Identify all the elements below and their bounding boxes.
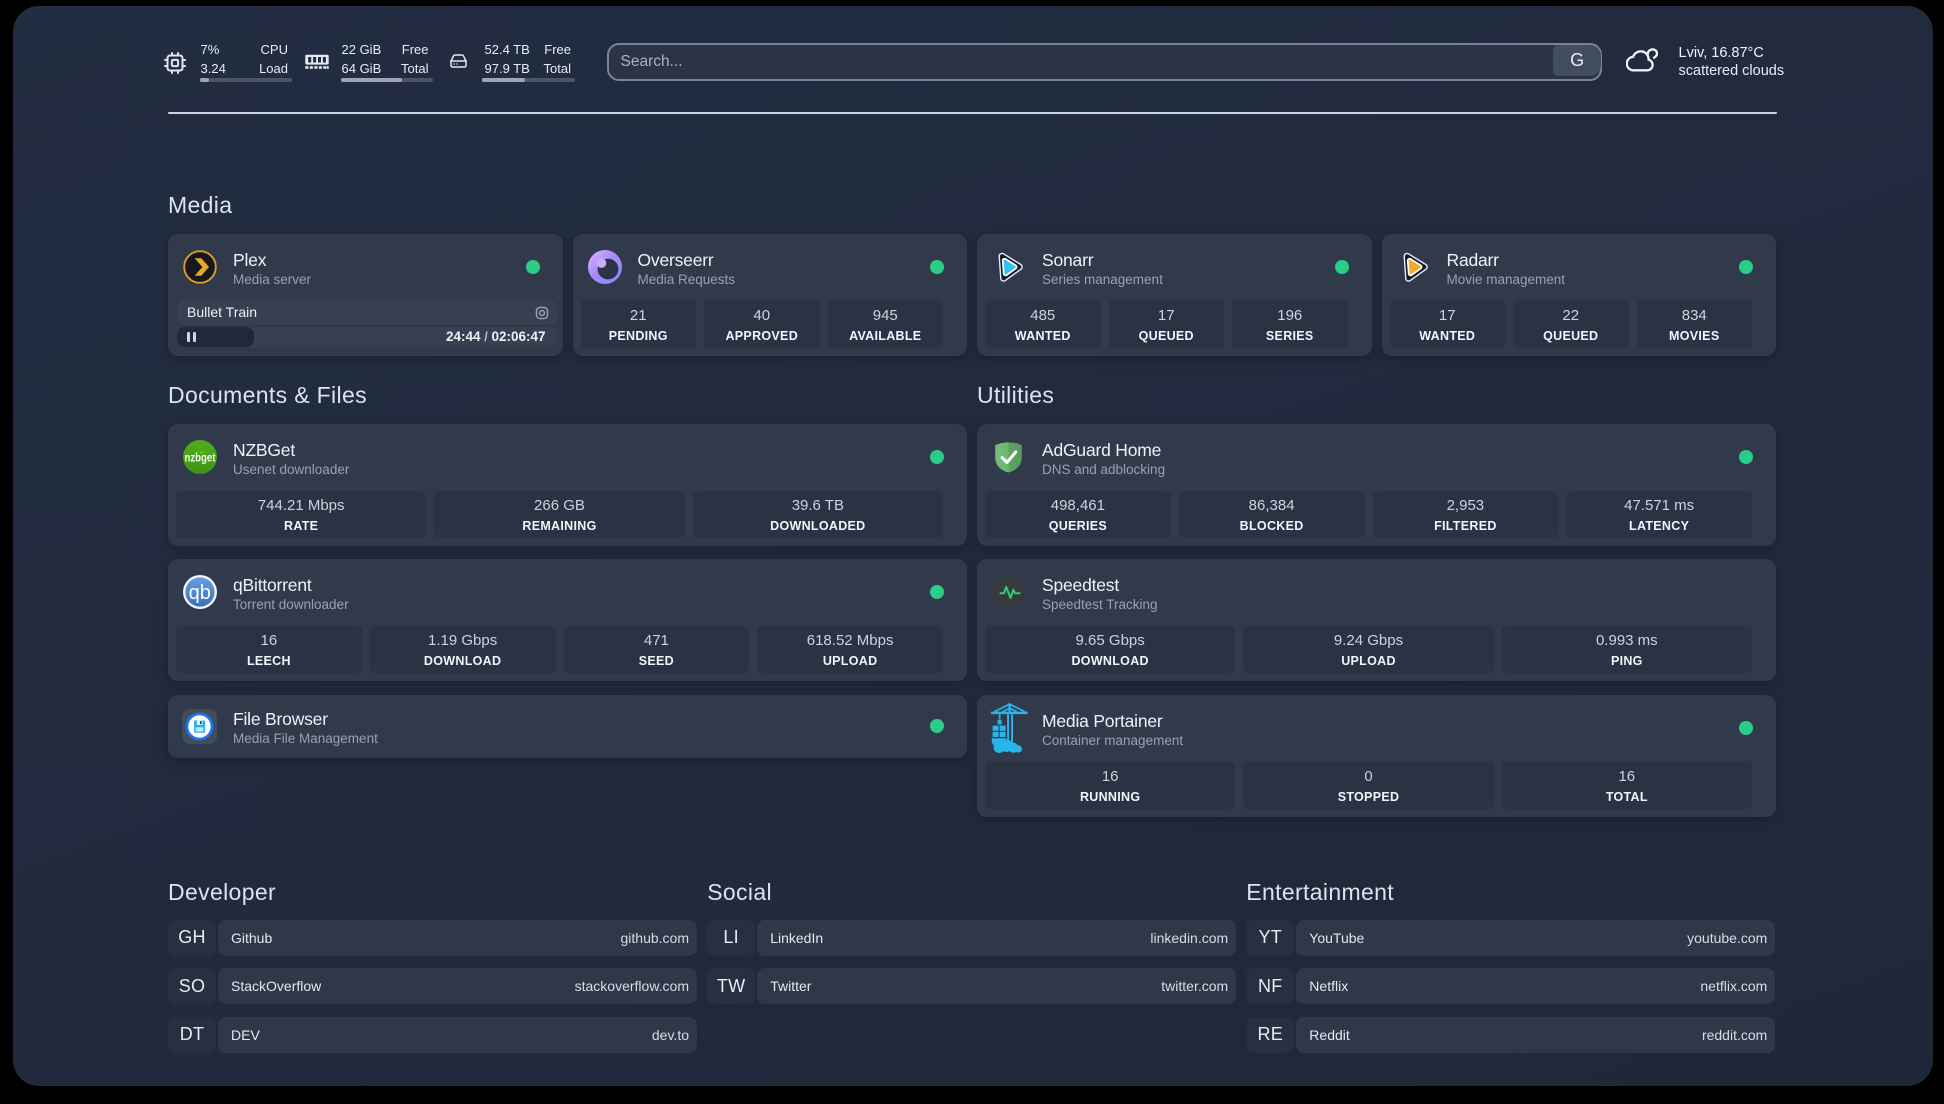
svg-text:nzbget: nzbget (185, 453, 216, 465)
svg-text:qb: qb (189, 582, 211, 604)
